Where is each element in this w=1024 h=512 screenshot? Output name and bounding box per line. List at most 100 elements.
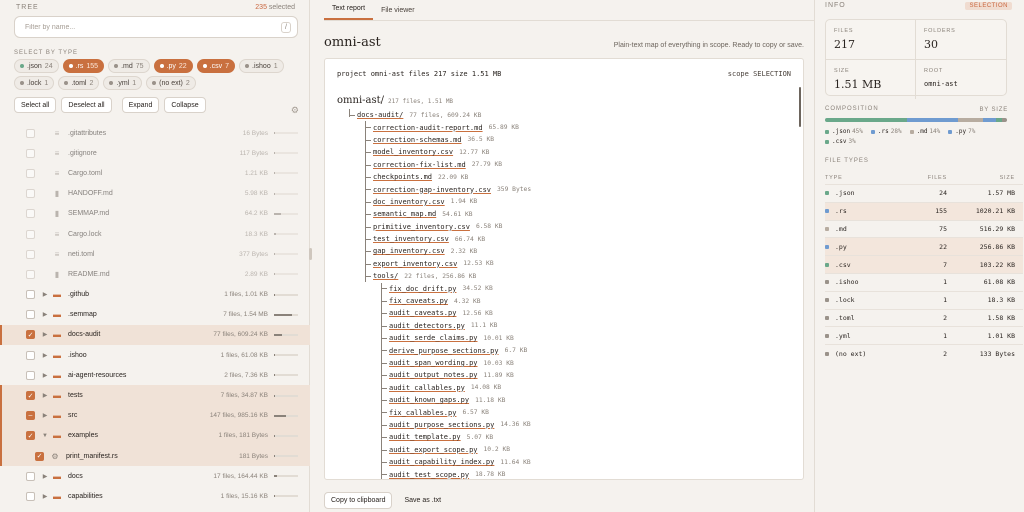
- report-entry-size: 5.07 KB: [466, 433, 494, 441]
- row-checkbox[interactable]: [26, 229, 35, 239]
- legend-item: .rs 28%: [870, 128, 902, 135]
- row-checkbox[interactable]: [26, 148, 35, 158]
- row-checkbox[interactable]: [26, 471, 35, 481]
- expand-button[interactable]: Expand: [121, 97, 160, 113]
- legend-label: .rs: [877, 128, 889, 135]
- row-checkbox[interactable]: [26, 491, 35, 501]
- tree-row[interactable]: ▶ ▬ capabilities 1 files, 15.16 KB: [0, 486, 310, 506]
- select-all-button[interactable]: Select all: [14, 97, 57, 113]
- tree-row[interactable]: ✓ ▶ ▬ tests 7 files, 34.87 KB: [0, 385, 310, 406]
- type-chip[interactable]: .md 75: [108, 59, 150, 73]
- row-name: neti.toml: [68, 250, 95, 258]
- chevron-right-icon[interactable]: ▶: [40, 412, 50, 419]
- row-checkbox[interactable]: [26, 269, 35, 279]
- folder-icon: ▬: [53, 330, 61, 340]
- row-checkbox[interactable]: ✓: [26, 431, 35, 441]
- tree-row[interactable]: ▶ ▬ .github 1 files, 1.01 KB: [0, 285, 310, 305]
- size-stat: SIZE 1.51 MB: [826, 60, 916, 99]
- info-title: INFO: [825, 1, 846, 9]
- file-type-row[interactable]: .md 75 516.29 KB: [825, 219, 1023, 238]
- type-swatch: [825, 209, 829, 214]
- row-checkbox[interactable]: [26, 189, 35, 199]
- tree-row[interactable]: ▶ ▬ ai-agent-resources 2 files, 7.36 KB: [0, 365, 310, 385]
- tab-text-report[interactable]: Text report: [324, 5, 374, 20]
- tree-row[interactable]: ▶ ▬ .ishoo 1 files, 61.08 KB: [0, 345, 310, 365]
- type-chip-count: 155: [86, 62, 99, 70]
- chevron-right-icon[interactable]: ▶: [40, 352, 50, 359]
- file-type-count: 22: [939, 242, 947, 251]
- tree-row[interactable]: ✓ ▼ ▬ examples 1 files, 181 Bytes: [0, 425, 310, 446]
- tree-row[interactable]: – ▶ ▬ src 147 files, 985.16 KB: [0, 405, 310, 426]
- type-chip[interactable]: (no ext) 2: [146, 76, 196, 90]
- type-chip[interactable]: .csv 7: [196, 59, 236, 73]
- save-as-txt-button[interactable]: Save as .txt: [404, 497, 441, 504]
- report-entry-size: 2.32 KB: [450, 247, 478, 255]
- row-checkbox[interactable]: ✓: [26, 330, 35, 340]
- tree-row[interactable]: ✓ ⚙ print_manifest.rs 181 Bytes: [0, 446, 310, 467]
- tree-row[interactable]: ≡ Cargo.toml 1.21 KB: [0, 163, 310, 183]
- selected-suffix: selected: [266, 3, 295, 11]
- report-line: model_inventory.csv 12.77 KB: [337, 146, 787, 158]
- settings-gear-icon[interactable]: ⚙: [291, 105, 299, 116]
- collapse-button[interactable]: Collapse: [164, 97, 206, 113]
- file-type-row[interactable]: .json 24 1.57 MB: [825, 184, 1023, 202]
- report-entry-name: export_inventory.csv: [373, 259, 458, 268]
- chevron-right-icon[interactable]: ▶: [40, 291, 50, 298]
- row-checkbox[interactable]: [26, 209, 35, 219]
- type-chip[interactable]: .toml 2: [58, 76, 100, 90]
- row-checkbox[interactable]: [26, 370, 35, 380]
- chevron-right-icon[interactable]: ▶: [40, 311, 50, 318]
- file-type-row[interactable]: .ishoo 1 61.08 KB: [825, 272, 1023, 291]
- copy-to-clipboard-button[interactable]: Copy to clipboard: [324, 492, 393, 509]
- type-chip[interactable]: .yml 1: [103, 76, 143, 90]
- file-type-row[interactable]: (no ext) 2 133 Bytes: [825, 344, 1023, 362]
- chevron-right-icon[interactable]: ▶: [40, 331, 50, 338]
- file-type-row[interactable]: .yml 1 1.01 KB: [825, 326, 1023, 344]
- filter-input[interactable]: [25, 23, 255, 31]
- row-checkbox[interactable]: –: [26, 411, 35, 421]
- legend-label: .py: [955, 128, 967, 135]
- tree-row[interactable]: ▮ HANDOFF.md 5.98 KB: [0, 184, 310, 204]
- chevron-right-icon[interactable]: ▶: [40, 372, 50, 379]
- composition-segment: [983, 118, 997, 122]
- row-checkbox[interactable]: [26, 168, 35, 178]
- type-chip[interactable]: .rs 155: [62, 59, 105, 73]
- file-type-row[interactable]: .toml 2 1.58 KB: [825, 308, 1023, 327]
- file-type-row[interactable]: .lock 1 18.3 KB: [825, 290, 1023, 309]
- tab-file-viewer[interactable]: File viewer: [373, 7, 422, 20]
- tree-row[interactable]: ▶ ▬ docs 17 files, 164.44 KB: [0, 466, 310, 486]
- file-type-size: 1.57 MB: [987, 189, 1015, 198]
- chevron-right-icon[interactable]: ▶: [40, 473, 50, 480]
- report-entry-size: 6.58 KB: [475, 223, 503, 231]
- chevron-down-icon[interactable]: ▼: [40, 433, 50, 439]
- file-type-row[interactable]: .csv 7 103.22 KB: [825, 255, 1023, 273]
- report-scrollbar[interactable]: [799, 87, 801, 127]
- tree-row[interactable]: ▶ ▬ .semmap 7 files, 1.54 MB: [0, 305, 310, 325]
- report-line: export_inventory.csv 12.53 KB: [337, 258, 787, 270]
- chevron-right-icon[interactable]: ▶: [40, 493, 50, 500]
- row-checkbox[interactable]: ✓: [35, 451, 44, 461]
- type-chip[interactable]: .ishoo 1: [239, 59, 284, 73]
- tree-row[interactable]: ✓ ▶ ▬ docs-audit 77 files, 609.24 KB: [0, 324, 310, 346]
- row-name: docs: [68, 472, 83, 480]
- row-checkbox[interactable]: [26, 350, 35, 360]
- chevron-right-icon[interactable]: ▶: [40, 392, 50, 399]
- tree-row[interactable]: ≡ Cargo.lock 18.3 KB: [0, 224, 310, 244]
- type-chip[interactable]: .json 24: [14, 59, 59, 73]
- file-type-row[interactable]: .rs 155 1020.21 KB: [825, 201, 1023, 220]
- file-type-row[interactable]: .py 22 256.86 KB: [825, 237, 1023, 256]
- type-chip[interactable]: .py 22: [153, 59, 193, 73]
- tree-row[interactable]: ≡ .gitignore 117 Bytes: [0, 143, 310, 163]
- tree-row[interactable]: ≡ neti.toml 377 Bytes: [0, 244, 310, 264]
- row-checkbox[interactable]: [26, 249, 35, 259]
- row-checkbox[interactable]: [26, 290, 35, 300]
- tree-row[interactable]: ≡ .gitattributes 16 Bytes: [0, 123, 310, 143]
- tree-row[interactable]: ▮ SEMMAP.md 64.2 KB: [0, 204, 310, 224]
- row-checkbox[interactable]: [26, 128, 35, 138]
- deselect-all-button[interactable]: Deselect all: [61, 97, 112, 113]
- row-checkbox[interactable]: [26, 310, 35, 320]
- tree-row[interactable]: ▮ README.md 2.89 KB: [0, 264, 310, 284]
- type-chip[interactable]: .lock 1: [14, 76, 55, 90]
- row-checkbox[interactable]: ✓: [26, 391, 35, 401]
- report-entry-size: 36.5 KB: [467, 136, 495, 144]
